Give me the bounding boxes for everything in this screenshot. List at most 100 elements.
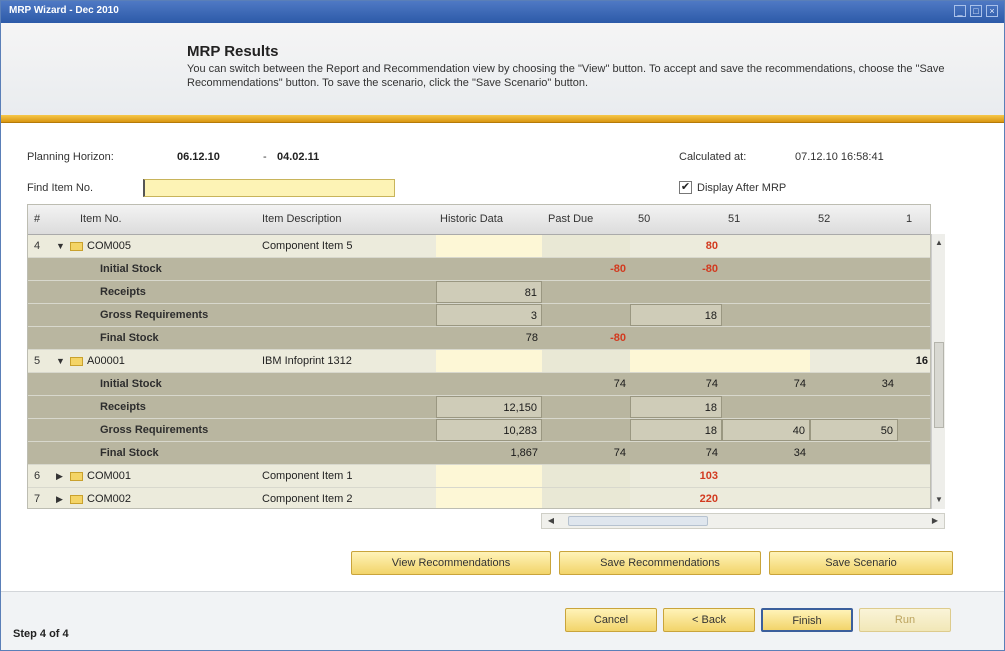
table-row[interactable]: Final Stock 1,867 74 74 34 [28,442,930,465]
table-row[interactable]: 7 ▶ COM002 Component Item 2 220 [28,488,930,508]
col-header-num[interactable]: # [34,213,40,225]
week-52-cell[interactable] [810,258,898,280]
table-row[interactable]: Initial Stock 74 74 74 34 [28,373,930,396]
week-50-cell[interactable] [630,327,722,349]
week-51-cell[interactable]: 40 [722,419,810,441]
minimize-icon[interactable]: _ [954,5,966,17]
table-row[interactable]: Gross Requirements 3 18 [28,304,930,327]
col-header-past-due[interactable]: Past Due [548,213,593,225]
mrp-wizard-window: MRP Wizard - Dec 2010 _ □ × MRP Results … [0,0,1005,651]
past-due-cell[interactable]: 74 [542,442,630,464]
past-due-cell[interactable]: 74 [542,373,630,395]
col-header-item-no[interactable]: Item No. [80,213,122,225]
week-50-cell[interactable]: 220 [630,488,722,508]
historic-cell[interactable]: 12,150 [436,396,542,418]
week-52-cell[interactable]: 50 [810,419,898,441]
week-50-cell[interactable]: -80 [630,258,722,280]
find-item-input[interactable] [143,179,395,197]
col-header-week-52[interactable]: 52 [818,213,830,225]
past-due-cell[interactable]: -80 [542,327,630,349]
week-51-cell[interactable] [722,235,810,257]
week-50-cell[interactable]: 18 [630,396,722,418]
historic-cell[interactable]: 78 [436,327,542,349]
week-1-cell[interactable] [898,235,930,257]
display-after-mrp-label: Display After MRP [697,182,787,194]
scroll-thumb[interactable] [568,516,708,526]
week-50-cell[interactable]: 103 [630,465,722,487]
close-icon[interactable]: × [986,5,998,17]
col-header-week-51[interactable]: 51 [728,213,740,225]
col-header-historic-data[interactable]: Historic Data [440,213,503,225]
scroll-thumb[interactable] [934,342,944,428]
past-due-cell[interactable]: -80 [542,258,630,280]
table-row[interactable]: Receipts 81 [28,281,930,304]
week-50-cell[interactable]: 74 [630,442,722,464]
planning-horizon-to: 04.02.11 [277,151,320,163]
expand-arrow-icon[interactable]: ▶ [56,465,66,487]
expand-arrow-icon[interactable]: ▶ [56,488,66,508]
past-due-cell[interactable] [542,235,630,257]
historic-cell[interactable] [436,488,542,508]
col-header-week-50[interactable]: 50 [638,213,650,225]
maximize-icon[interactable]: □ [970,5,982,17]
expand-arrow-icon[interactable]: ▼ [56,350,66,372]
historic-cell[interactable] [436,235,542,257]
historic-cell[interactable]: 1,867 [436,442,542,464]
historic-cell[interactable]: 3 [436,304,542,326]
table-row[interactable]: 5 ▼ A00001 IBM Infoprint 1312 16 [28,350,930,373]
scroll-down-icon[interactable]: ▼ [932,493,946,507]
week-50-cell[interactable]: 74 [630,373,722,395]
past-due-cell[interactable] [542,396,630,418]
grid-horizontal-scrollbar[interactable]: ◀ ▶ [541,513,945,529]
historic-cell[interactable]: 10,283 [436,419,542,441]
historic-cell[interactable] [436,373,542,395]
save-recommendations-button[interactable]: Save Recommendations [559,551,761,575]
scroll-right-icon[interactable]: ▶ [928,514,942,528]
back-button[interactable]: < Back [663,608,755,632]
row-number: 7 [34,493,41,505]
week-51-cell[interactable]: 34 [722,442,810,464]
table-row[interactable]: 6 ▶ COM001 Component Item 1 103 [28,465,930,488]
week-52-cell[interactable]: 34 [810,373,898,395]
week-1-cell[interactable]: 16 [868,350,930,372]
row-label: Gross Requirements [100,309,209,321]
grid-vertical-scrollbar[interactable]: ▲ ▼ [931,234,945,509]
past-due-cell[interactable] [542,304,630,326]
past-due-cell[interactable] [542,419,630,441]
week-51-cell[interactable]: 74 [722,373,810,395]
past-due-cell[interactable] [542,488,630,508]
week-51-cell[interactable] [722,258,810,280]
page-description: You can switch between the Report and Re… [187,63,945,89]
week-50-cell[interactable]: 80 [630,235,722,257]
expand-arrow-icon[interactable]: ▼ [56,235,66,257]
row-number: 6 [34,470,41,482]
week-50-cell[interactable]: 18 [630,419,722,441]
col-header-item-description[interactable]: Item Description [262,213,341,225]
week-50-cell[interactable] [630,350,722,372]
historic-cell[interactable] [436,258,542,280]
scroll-left-icon[interactable]: ◀ [544,514,558,528]
table-row[interactable]: Final Stock 78 -80 [28,327,930,350]
col-header-week-1[interactable]: 1 [906,213,912,225]
view-recommendations-button[interactable]: View Recommendations [351,551,551,575]
table-row[interactable]: Initial Stock -80 -80 [28,258,930,281]
past-due-cell[interactable] [542,350,630,372]
cancel-button[interactable]: Cancel [565,608,657,632]
table-row[interactable]: Receipts 12,150 18 [28,396,930,419]
week-50-cell[interactable]: 18 [630,304,722,326]
week-52-cell[interactable] [810,235,898,257]
find-item-label: Find Item No. [27,182,94,194]
table-row[interactable]: Gross Requirements 10,283 18 40 50 [28,419,930,442]
week-51-cell[interactable] [722,350,810,372]
save-scenario-button[interactable]: Save Scenario [769,551,953,575]
display-after-mrp-checkbox[interactable]: ✔ [679,181,692,194]
week-50-cell[interactable] [630,281,722,303]
finish-button[interactable]: Finish [761,608,853,632]
past-due-cell[interactable] [542,281,630,303]
scroll-up-icon[interactable]: ▲ [932,236,946,250]
historic-cell[interactable] [436,465,542,487]
historic-cell[interactable] [436,350,542,372]
past-due-cell[interactable] [542,465,630,487]
table-row[interactable]: 4 ▼ COM005 Component Item 5 80 [28,235,930,258]
historic-cell[interactable]: 81 [436,281,542,303]
